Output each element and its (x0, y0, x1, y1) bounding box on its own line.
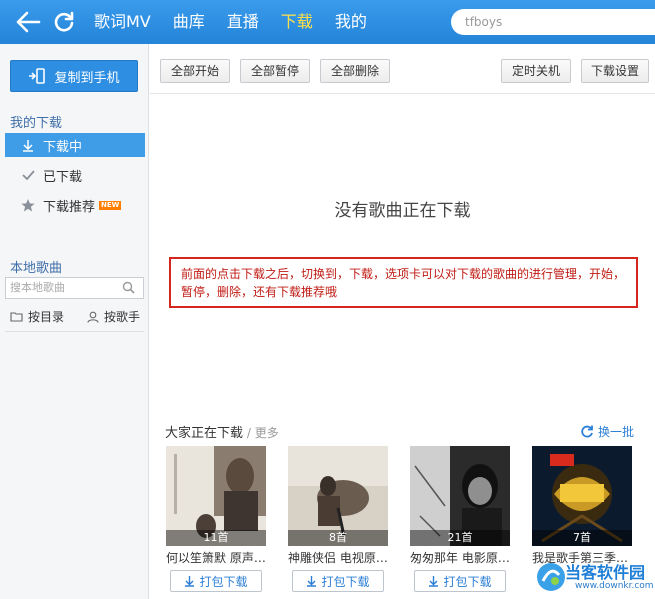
sidebar: 复制到手机 我的下载 下载中 已下载 下载推荐 NEW 本地歌曲 搜本地歌曲 按… (0, 44, 149, 599)
nav-lyrics-mv[interactable]: 歌词MV (94, 0, 151, 44)
nav-live[interactable]: 直播 (227, 0, 259, 44)
back-icon[interactable] (10, 0, 46, 44)
album-card[interactable]: 11首 何以笙箫默 原声… (166, 446, 266, 566)
section-title: 大家正在下载 / 更多 (165, 426, 279, 441)
site-watermark: 当客软件园 www.downkr.com (535, 555, 655, 599)
pause-all-button[interactable]: 全部暂停 (240, 59, 310, 83)
nav-mine[interactable]: 我的 (335, 0, 367, 44)
annotation-box: 前面的点击下载之后，切换到，下载，选项卡可以对下载的歌曲的进行管理，开始，暂停，… (169, 257, 638, 308)
start-all-button[interactable]: 全部开始 (160, 59, 230, 83)
track-count: 7首 (532, 530, 632, 546)
by-singer-label: 按歌手 (104, 310, 141, 324)
new-badge: NEW (99, 200, 122, 210)
download-icon (307, 576, 317, 587)
download-arrow-icon (21, 139, 35, 152)
local-songs-title: 本地歌曲 (10, 261, 63, 276)
album-card[interactable]: 8首 神雕侠侣 电视原… (288, 446, 388, 566)
top-bar: 歌词MV 曲库 直播 下载 我的 tfboys (0, 0, 655, 44)
watermark-text: 当客软件园 (565, 563, 646, 582)
track-count: 11首 (166, 530, 266, 546)
my-downloads-title: 我的下载 (10, 116, 63, 131)
album-cover[interactable]: 8首 (288, 446, 388, 546)
sidebar-item-label: 已下载 (43, 169, 83, 185)
album-name[interactable]: 匆匆那年 电影原… (410, 549, 510, 566)
refresh-icon[interactable] (46, 0, 82, 44)
sidebar-divider (5, 331, 144, 332)
person-icon (87, 311, 99, 323)
search-input[interactable]: tfboys (451, 9, 655, 35)
album-name[interactable]: 神雕侠侣 电视原… (288, 549, 388, 566)
refresh-batch-button[interactable]: 换一批 (580, 423, 634, 440)
album-cover[interactable]: 21首 (410, 446, 510, 546)
download-icon (429, 576, 439, 587)
album-name[interactable]: 何以笙箫默 原声… (166, 549, 266, 566)
by-folder-option[interactable]: 按目录 (10, 308, 64, 325)
star-icon (21, 198, 35, 212)
by-singer-option[interactable]: 按歌手 (87, 308, 140, 325)
refresh-icon (581, 425, 593, 437)
sidebar-item-label: 下载推荐 (43, 199, 96, 215)
download-settings-button[interactable]: 下载设置 (581, 59, 649, 83)
main-nav: 歌词MV 曲库 直播 下载 我的 (94, 0, 389, 44)
sidebar-item-downloading[interactable]: 下载中 (5, 133, 145, 157)
download-icon (185, 576, 195, 587)
album-card[interactable]: 7首 我是歌手第三季… (532, 446, 632, 566)
pack-download-label: 打包下载 (443, 574, 492, 589)
folder-icon (10, 311, 23, 322)
sidebar-item-recommend[interactable]: 下载推荐 NEW (5, 193, 145, 217)
album-cover[interactable]: 11首 (166, 446, 266, 546)
timer-shutdown-button[interactable]: 定时关机 (501, 59, 571, 83)
phone-transfer-icon (29, 68, 46, 84)
album-card[interactable]: 21首 匆匆那年 电影原… (410, 446, 510, 566)
local-search-placeholder: 搜本地歌曲 (10, 281, 65, 294)
pack-download-label: 打包下载 (199, 574, 248, 589)
by-folder-label: 按目录 (28, 310, 65, 324)
download-toolbar: 全部开始 全部暂停 全部删除 定时关机 下载设置 (150, 44, 655, 94)
track-count: 8首 (288, 530, 388, 546)
pack-download-button[interactable]: 打包下载 (292, 570, 384, 592)
sidebar-item-downloaded[interactable]: 已下载 (5, 163, 145, 187)
nav-library[interactable]: 曲库 (173, 0, 205, 44)
watermark-url: www.downkr.com (575, 581, 654, 591)
watermark-logo-icon (537, 563, 565, 591)
local-search-input[interactable]: 搜本地歌曲 (5, 277, 144, 299)
empty-message: 没有歌曲正在下载 (334, 201, 471, 221)
copy-to-phone-button[interactable]: 复制到手机 (10, 60, 138, 92)
pack-download-label: 打包下载 (321, 574, 370, 589)
delete-all-button[interactable]: 全部删除 (320, 59, 390, 83)
album-cover[interactable]: 7首 (532, 446, 632, 546)
track-count: 21首 (410, 530, 510, 546)
more-link[interactable]: 更多 (255, 426, 279, 440)
search-icon[interactable] (122, 281, 135, 301)
sidebar-item-label: 下载中 (43, 139, 83, 155)
copy-to-phone-label: 复制到手机 (54, 70, 120, 86)
check-icon (21, 170, 35, 180)
refresh-batch-label: 换一批 (598, 425, 635, 439)
nav-download[interactable]: 下载 (281, 0, 313, 44)
section-title-text: 大家正在下载 (165, 426, 244, 441)
pack-download-button[interactable]: 打包下载 (170, 570, 262, 592)
pack-download-button[interactable]: 打包下载 (414, 570, 506, 592)
